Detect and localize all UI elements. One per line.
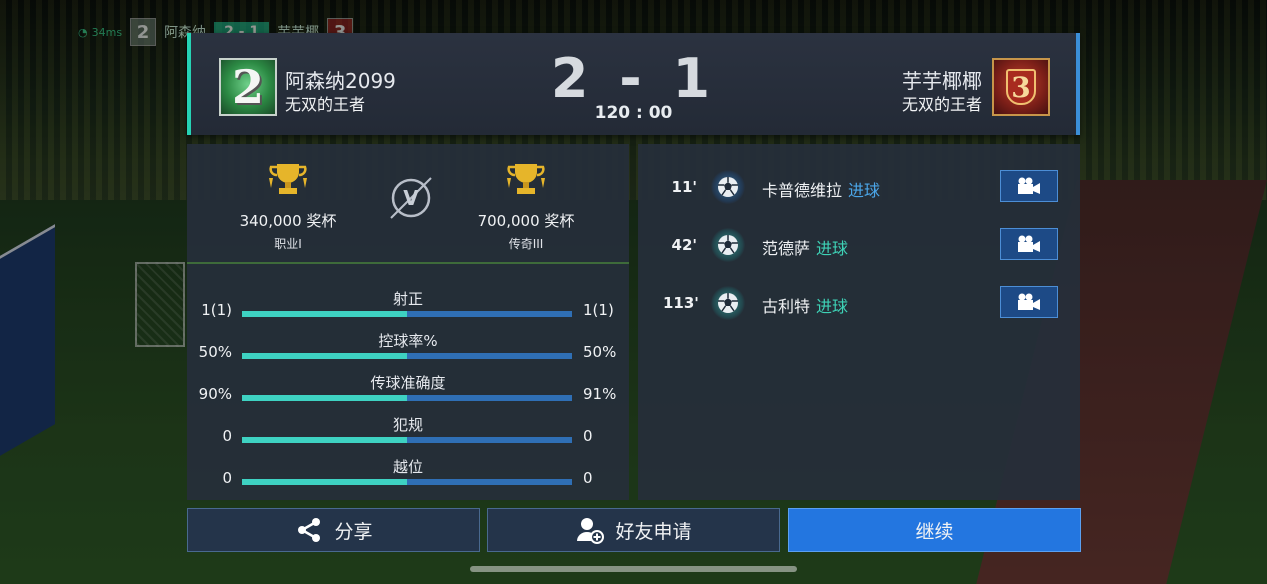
stat-away-value: 0 [583,469,593,487]
share-label: 分享 [334,520,373,543]
away-trophy-block: 700,000 奖杯 传奇III [451,160,601,252]
stat-away-value: 91% [583,385,617,403]
away-rank-badge: 3 [992,58,1050,116]
event-description: 古利特 进球 [762,293,848,317]
match-events-panel: 11' 卡普德维拉 进球 42' 范德萨 进球 113' 古利特 进球 [638,144,1080,500]
event-row: 11' 卡普德维拉 进球 [638,168,1080,208]
event-minute: 42' [671,236,697,254]
stat-home-value: 0 [222,469,232,487]
away-player-name: 芋芋椰椰 [902,69,982,93]
trophy-icon [503,160,549,200]
stat-row-fouls: 犯规 0 0 [187,410,629,452]
match-stats-panel: 340,000 奖杯 职业I V 700,000 奖杯 传奇III 射正 1(1… [187,144,629,500]
event-row: 113' 古利特 进球 [638,284,1080,324]
away-division: 传奇III [508,237,544,251]
home-indicator[interactable] [470,566,797,572]
stat-home-value: 90% [198,385,232,403]
versus-icon: V [387,174,435,222]
video-camera-icon [1018,177,1040,194]
share-button[interactable]: 分享 [187,508,480,552]
stat-home-value: 50% [198,343,232,361]
stat-label: 控球率% [378,332,438,350]
stat-row-offsides: 越位 0 0 [187,452,629,494]
event-player: 范德萨 [762,239,811,258]
wifi-icon: ◔ [78,25,88,39]
share-icon [298,518,321,542]
stat-bar [242,395,572,401]
soccer-ball-icon [711,170,745,204]
stat-bar [242,437,572,443]
stat-bar [242,479,572,485]
event-player: 卡普德维拉 [762,181,843,200]
ping-indicator: ◔ 34ms [78,25,123,39]
home-division: 职业I [274,237,302,251]
continue-label: 继续 [915,520,954,543]
away-player-title: 无双的王者 [901,95,982,114]
event-minute: 11' [671,178,697,196]
video-camera-icon [1018,235,1040,252]
stat-away-value: 50% [583,343,617,361]
stat-home-value: 1(1) [201,301,232,319]
friend-request-button[interactable]: 好友申请 [487,508,780,552]
match-result-header: 2 阿森纳2099 无双的王者 2 - 1 120 : 00 芋芋椰椰 无双的王… [187,33,1080,135]
home-trophy-count: 340,000 奖杯 [239,212,337,230]
event-description: 范德萨 进球 [762,235,848,259]
trophy-comparison: 340,000 奖杯 职业I V 700,000 奖杯 传奇III [187,144,629,264]
stat-label: 犯规 [392,416,423,434]
stat-home-value: 0 [222,427,232,445]
event-row: 42' 范德萨 进球 [638,226,1080,266]
stat-row-shots-on-target: 射正 1(1) 1(1) [187,284,629,326]
event-minute: 113' [663,294,699,312]
event-type: 进球 [816,297,849,316]
svg-text:V: V [403,186,419,210]
stat-row-possession: 控球率% 50% 50% [187,326,629,368]
stat-row-pass-accuracy: 传球准确度 90% 91% [187,368,629,410]
continue-button[interactable]: 继续 [788,508,1081,552]
stat-label: 传球准确度 [370,374,446,392]
event-type: 进球 [816,239,849,258]
stat-away-value: 0 [583,427,593,445]
soccer-ball-icon [711,286,745,320]
stat-bar [242,311,572,317]
add-friend-icon [577,518,605,544]
event-player: 古利特 [762,297,811,316]
stat-away-value: 1(1) [583,301,614,319]
home-rank-badge-mini: 2 [130,18,157,46]
replay-button[interactable] [1000,286,1058,318]
trophy-icon [265,160,311,200]
away-trophy-count: 700,000 奖杯 [477,212,575,230]
stat-label: 射正 [392,290,423,308]
event-type: 进球 [848,181,881,200]
stat-bar [242,353,572,359]
video-camera-icon [1018,293,1040,310]
stats-list: 射正 1(1) 1(1) 控球率% 50% 50% 传球准确度 90% 91% … [187,284,629,494]
friend-request-label: 好友申请 [615,520,692,543]
home-trophy-block: 340,000 奖杯 职业I [213,160,363,252]
replay-button[interactable] [1000,228,1058,260]
event-description: 卡普德维拉 进球 [762,177,880,201]
stat-label: 越位 [392,458,423,476]
replay-button[interactable] [1000,170,1058,202]
soccer-ball-icon [711,228,745,262]
